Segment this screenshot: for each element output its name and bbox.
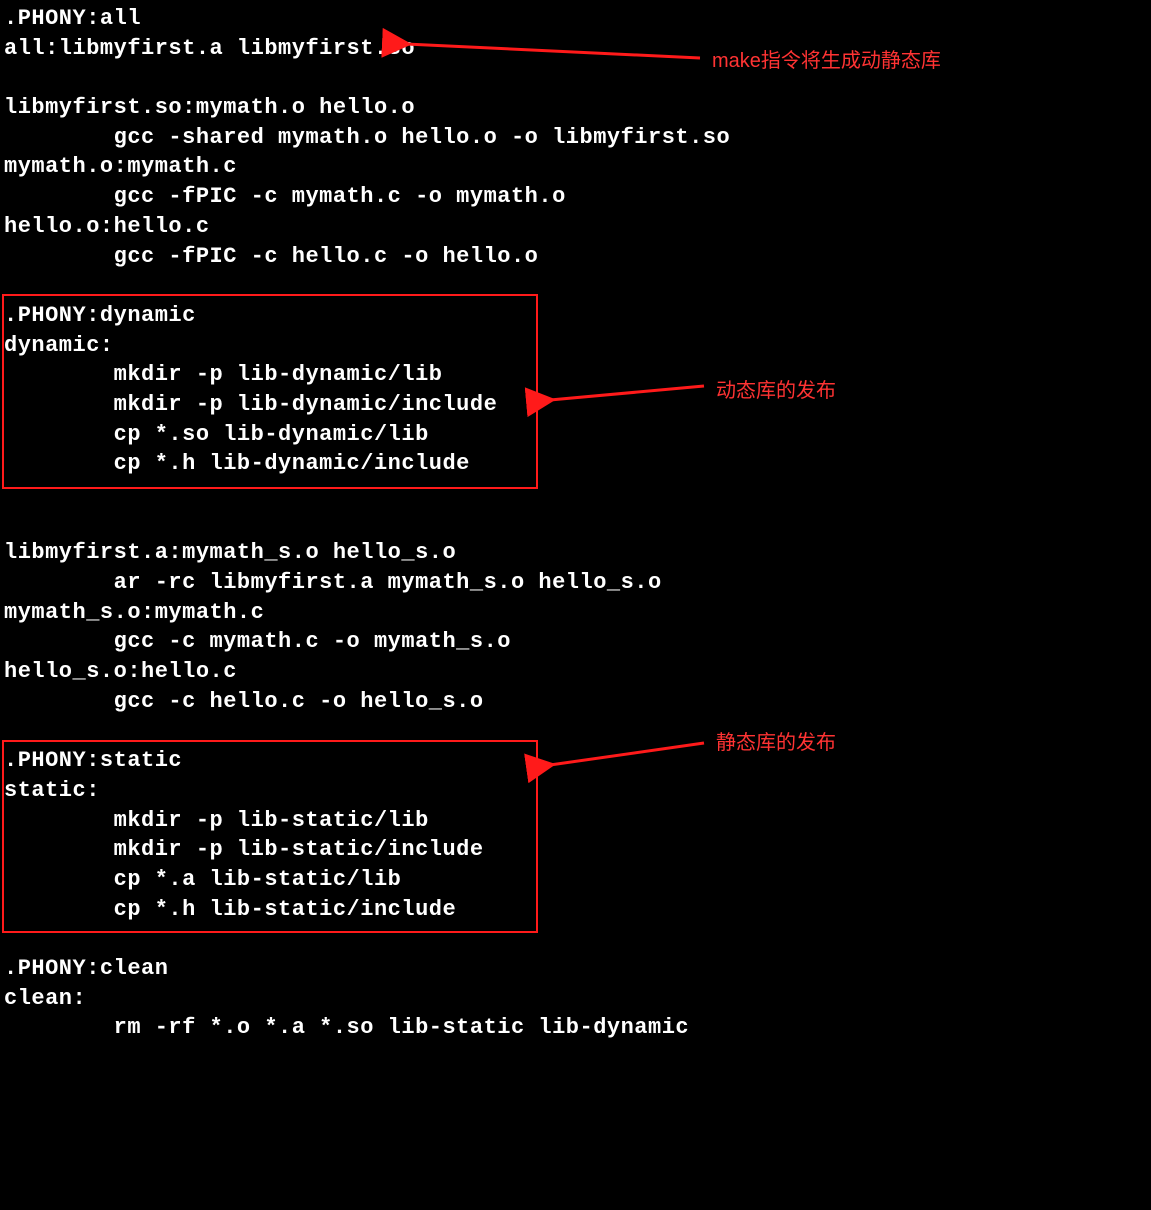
annotation-label-make-all: make指令将生成动静态库 bbox=[712, 48, 941, 75]
code-line: hello_s.o:hello.c bbox=[4, 659, 237, 684]
arrow-icon bbox=[544, 735, 714, 775]
code-line: static: bbox=[4, 778, 100, 803]
code-line: libmyfirst.so:mymath.o hello.o bbox=[4, 95, 415, 120]
code-line: gcc -fPIC -c mymath.c -o mymath.o bbox=[4, 184, 566, 209]
annotation-label-dynamic-publish: 动态库的发布 bbox=[716, 378, 836, 405]
code-line: cp *.so lib-dynamic/lib bbox=[4, 422, 429, 447]
code-line: gcc -c mymath.c -o mymath_s.o bbox=[4, 629, 511, 654]
code-line: gcc -c hello.c -o hello_s.o bbox=[4, 689, 484, 714]
code-line: libmyfirst.a:mymath_s.o hello_s.o bbox=[4, 540, 456, 565]
code-line: clean: bbox=[4, 986, 86, 1011]
code-line: mkdir -p lib-dynamic/include bbox=[4, 392, 497, 417]
code-line: gcc -fPIC -c hello.c -o hello.o bbox=[4, 244, 538, 269]
code-line: .PHONY:dynamic bbox=[4, 303, 196, 328]
code-line: hello.o:hello.c bbox=[4, 214, 210, 239]
code-line: .PHONY:all bbox=[4, 6, 141, 31]
code-line: mymath_s.o:mymath.c bbox=[4, 600, 264, 625]
code-line: rm -rf *.o *.a *.so lib-static lib-dynam… bbox=[4, 1015, 689, 1040]
code-line: ar -rc libmyfirst.a mymath_s.o hello_s.o bbox=[4, 570, 662, 595]
makefile-code: .PHONY:all all:libmyfirst.a libmyfirst.s… bbox=[4, 4, 1151, 1043]
code-line: gcc -shared mymath.o hello.o -o libmyfir… bbox=[4, 125, 730, 150]
code-line: mymath.o:mymath.c bbox=[4, 154, 237, 179]
arrow-icon bbox=[400, 30, 700, 70]
code-line: .PHONY:static bbox=[4, 748, 182, 773]
code-line: .PHONY:clean bbox=[4, 956, 168, 981]
code-line: cp *.a lib-static/lib bbox=[4, 867, 401, 892]
code-line: all:libmyfirst.a libmyfirst.so bbox=[4, 36, 415, 61]
annotation-label-static-publish: 静态库的发布 bbox=[716, 730, 836, 757]
code-line: mkdir -p lib-static/lib bbox=[4, 808, 429, 833]
code-line: cp *.h lib-static/include bbox=[4, 897, 456, 922]
code-line: cp *.h lib-dynamic/include bbox=[4, 451, 470, 476]
arrow-icon bbox=[544, 370, 714, 410]
code-line: mkdir -p lib-dynamic/lib bbox=[4, 362, 442, 387]
code-line: dynamic: bbox=[4, 333, 114, 358]
code-line: mkdir -p lib-static/include bbox=[4, 837, 484, 862]
